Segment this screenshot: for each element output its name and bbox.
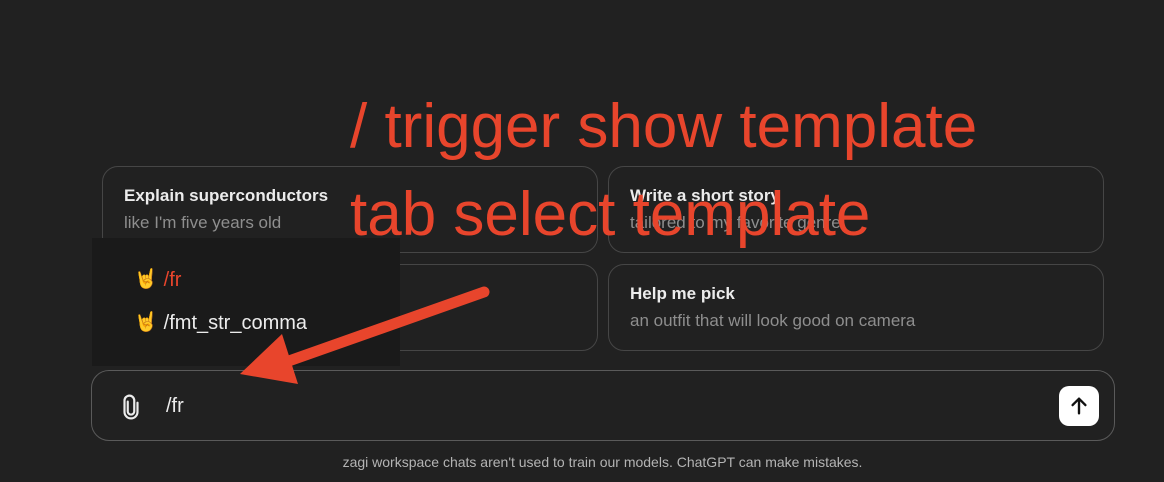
chat-home: Explain superconductors like I'm five ye… <box>0 0 1164 482</box>
template-popup: 🤘 /fr 🤘 /fmt_str_comma <box>92 238 400 366</box>
suggestion-title: Help me pick <box>630 284 735 303</box>
rock-hand-emoji: 🤘 <box>134 269 158 290</box>
annotation-line-2: tab select template <box>350 180 871 249</box>
annotation-line-1: / trigger show template <box>350 92 978 161</box>
message-input[interactable] <box>166 395 1026 418</box>
suggestion-card-help-me-pick[interactable]: Help me pick an outfit that will look go… <box>608 264 1104 351</box>
message-composer <box>91 370 1115 441</box>
paperclip-icon[interactable] <box>118 393 144 421</box>
template-item-fr[interactable]: 🤘 /fr <box>134 268 181 292</box>
template-item-fmt-str-comma[interactable]: 🤘 /fmt_str_comma <box>134 311 307 335</box>
template-item-label: /fmt_str_comma <box>163 312 308 334</box>
footer-disclaimer: zagi workspace chats aren't used to trai… <box>342 454 863 470</box>
send-button[interactable] <box>1059 386 1099 426</box>
arrow-up-icon <box>1071 397 1087 415</box>
template-item-label: /fr <box>163 269 182 291</box>
rock-hand-emoji: 🤘 <box>134 312 158 333</box>
suggestion-subtitle: an outfit that will look good on camera <box>630 311 916 330</box>
